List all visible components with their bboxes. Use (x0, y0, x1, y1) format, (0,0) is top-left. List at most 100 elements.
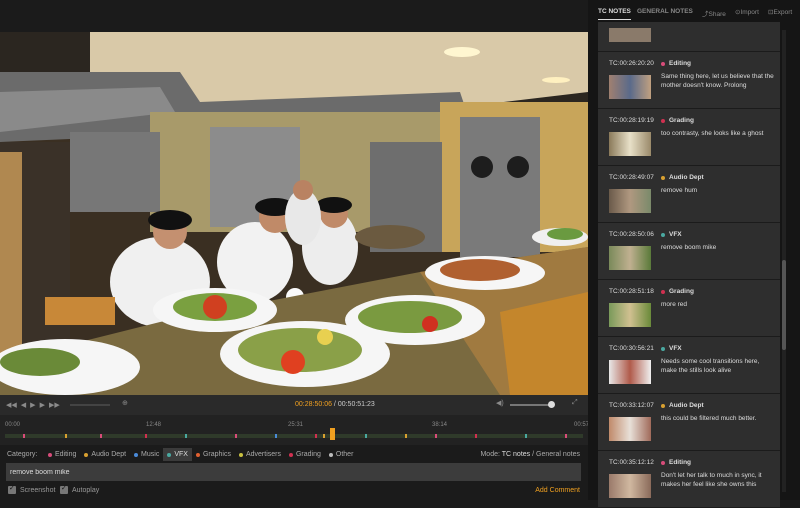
timeline[interactable]: 00:00 12:48 25:31 38:14 00:57 (0, 415, 590, 445)
list-item[interactable]: TC:00:28:49:07 Audio Dept remove hum (598, 166, 780, 223)
timeline-marker[interactable] (435, 434, 437, 438)
mode-tc-notes[interactable]: TC notes (502, 451, 530, 458)
mode-general-notes[interactable]: General notes (536, 451, 580, 458)
category-editing[interactable]: Editing (44, 448, 80, 461)
timeline-marker[interactable] (405, 434, 407, 438)
skip-forward-icon[interactable]: ▶▶ (49, 401, 60, 409)
timeline-marker[interactable] (365, 434, 367, 438)
play-icon[interactable]: ▶ (30, 401, 35, 409)
note-timecode: TC:00:28:51:18 (609, 288, 654, 295)
checkbox-box[interactable] (8, 484, 16, 494)
timeline-marker[interactable] (235, 434, 237, 438)
timeline-marker[interactable] (100, 434, 102, 438)
timeline-marker[interactable] (475, 434, 477, 438)
list-item[interactable]: TC:00:28:19:19 Grading too contrasty, sh… (598, 109, 780, 166)
note-text: remove boom mike (661, 244, 717, 251)
category-dot (134, 452, 139, 457)
note-thumbnail (609, 474, 651, 498)
category-music[interactable]: Music (130, 448, 163, 461)
tick-label: 00:00 (5, 422, 21, 428)
category-label: Category: (7, 451, 38, 458)
volume-knob[interactable] (548, 401, 555, 408)
category-dot (661, 290, 665, 294)
note-thumbnail (609, 28, 651, 42)
category-dot (661, 347, 665, 351)
note-text: Same thing here, let us believe that the… (661, 73, 774, 89)
list-item[interactable]: TC:00:28:50:06 VFX remove boom mike (598, 223, 780, 280)
timeline-marker[interactable] (23, 434, 25, 438)
step-back-icon[interactable]: ◀ (21, 401, 26, 409)
skip-back-icon[interactable]: ◀◀ (6, 401, 17, 409)
category-grading[interactable]: Grading (285, 448, 325, 461)
list-item[interactable] (598, 22, 780, 52)
note-timecode: TC:00:26:20:20 (609, 60, 654, 67)
tab-general-notes[interactable]: GENERAL NOTES (637, 8, 693, 15)
category-audio-dept[interactable]: Audio Dept (80, 448, 130, 461)
note-timecode: TC:00:28:50:06 (609, 231, 654, 238)
timeline-marker[interactable] (565, 434, 567, 438)
note-thumbnail (609, 246, 651, 270)
checkbox-box[interactable] (60, 484, 68, 494)
autoplay-checkbox[interactable]: Autoplay (60, 484, 99, 494)
note-thumbnail (609, 189, 651, 213)
video-player[interactable] (0, 32, 588, 395)
category-graphics[interactable]: Graphics (192, 448, 235, 461)
timeline-marker[interactable] (323, 434, 325, 438)
category-dot (661, 176, 665, 180)
share-button[interactable]: ⤴Share (702, 8, 726, 18)
note-input[interactable] (6, 463, 581, 481)
speed-slider[interactable] (70, 404, 110, 406)
list-item[interactable]: TC:00:26:20:20 Editing Same thing here, … (598, 52, 780, 109)
timeline-marker[interactable] (275, 434, 277, 438)
tab-tc-notes[interactable]: TC NOTES (598, 8, 631, 20)
category-dot (167, 452, 172, 457)
duration: 00:50:51:23 (337, 401, 375, 408)
list-item[interactable]: TC:00:30:56:21 VFX Needs some cool trans… (598, 337, 780, 394)
tick-label: 00:57 (574, 422, 590, 428)
category-dot (661, 119, 665, 123)
volume-icon[interactable]: ◀) (496, 399, 504, 407)
note-options: Screenshot Autoplay Add Comment (0, 484, 588, 498)
note-thumbnail (609, 132, 651, 156)
playhead[interactable] (330, 428, 335, 440)
list-item[interactable]: TC:00:28:51:18 Grading more red (598, 280, 780, 337)
category-dot (328, 452, 333, 457)
note-text: this could be filtered much better. (661, 415, 757, 422)
category-dot (288, 452, 293, 457)
category-bar: Category: Editing Audio Dept Music VFX G… (0, 448, 588, 462)
volume-slider[interactable] (510, 404, 552, 406)
category-list: Editing Audio Dept Music VFX Graphics Ad… (44, 448, 357, 461)
timecode-display: 00:28:50:06 / 00:50:51:23 (295, 401, 375, 408)
note-timecode: TC:00:30:56:21 (609, 345, 654, 352)
timeline-marker[interactable] (145, 434, 147, 438)
timeline-marker[interactable] (65, 434, 67, 438)
export-button[interactable]: ⊡Export (768, 8, 792, 16)
tick-label: 38:14 (432, 422, 448, 428)
notes-panel: TC NOTES GENERAL NOTES ⤴Share ⊙Import ⊡E… (588, 0, 800, 508)
notes-scrollbar[interactable] (782, 30, 786, 492)
note-category: Audio Dept (669, 174, 704, 181)
category-other[interactable]: Other (325, 448, 358, 461)
step-forward-icon[interactable]: ▶ (40, 401, 45, 409)
note-category: Audio Dept (669, 402, 704, 409)
tick-label: 12:48 (146, 422, 162, 428)
scrollbar-thumb[interactable] (782, 260, 786, 350)
note-text: Don't let her talk to much in sync, it m… (661, 472, 762, 488)
category-advertisers[interactable]: Advertisers (235, 448, 285, 461)
category-dot (661, 62, 665, 66)
timeline-marker[interactable] (315, 434, 317, 438)
fullscreen-icon[interactable]: ⤢ (572, 399, 578, 407)
timeline-marker[interactable] (525, 434, 527, 438)
note-timecode: TC:00:28:19:19 (609, 117, 654, 124)
import-button[interactable]: ⊙Import (735, 8, 759, 16)
category-vfx[interactable]: VFX (163, 448, 192, 461)
timeline-track[interactable] (5, 434, 583, 438)
add-comment-button[interactable]: Add Comment (535, 487, 580, 494)
zoom-icon[interactable]: ⊕ (122, 399, 128, 407)
screenshot-checkbox[interactable]: Screenshot (8, 484, 55, 494)
timeline-marker[interactable] (185, 434, 187, 438)
category-dot (661, 233, 665, 237)
video-frame-image (0, 32, 588, 395)
list-item[interactable]: TC:00:33:12:07 Audio Dept this could be … (598, 394, 780, 451)
list-item[interactable]: TC:00:35:12:12 Editing Don't let her tal… (598, 451, 780, 508)
